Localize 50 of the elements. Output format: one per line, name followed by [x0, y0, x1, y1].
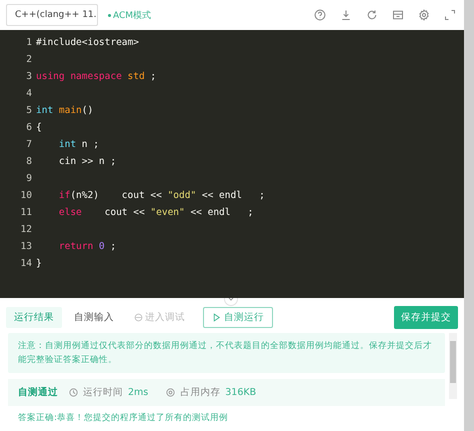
layout-icon[interactable] — [392, 9, 404, 21]
mode-label[interactable]: ACM模式 — [113, 8, 152, 22]
line-number: 8 — [25, 156, 33, 167]
language-select[interactable]: C++(clang++ 11. — [6, 4, 98, 26]
line-number: 7 — [25, 139, 33, 150]
fullscreen-icon[interactable] — [444, 9, 456, 21]
memory-label: 占用内存 — [180, 386, 220, 399]
line-number: 4 — [25, 88, 33, 99]
line-number: 5 — [25, 105, 33, 116]
line-number: 2 — [25, 54, 33, 65]
line-number: 12 — [20, 224, 33, 235]
line-number: 1 — [25, 37, 33, 48]
runtime-value: 2ms — [128, 387, 148, 398]
line-number: 14 — [20, 258, 33, 269]
code-line: using namespace std ; — [36, 71, 156, 82]
line-number: 10 — [20, 190, 33, 201]
code-line: return 0 ; — [58, 241, 116, 252]
clock-icon — [69, 388, 78, 397]
memory-icon — [166, 388, 176, 397]
play-icon — [212, 312, 221, 322]
code-line: { — [36, 122, 42, 133]
scrollbar[interactable] — [449, 333, 457, 399]
dot-icon — [108, 14, 111, 16]
refresh-icon[interactable] — [366, 9, 378, 21]
window-scrollbar[interactable] — [464, 0, 474, 431]
run-button[interactable]: 自测运行 — [203, 306, 273, 328]
code-line: if(n%2) cout << "odd" << endl ; — [58, 190, 265, 201]
code-line: } — [36, 258, 42, 269]
code-line: else cout << "even" << endl ; — [58, 207, 254, 218]
help-icon[interactable] — [314, 9, 326, 21]
submit-button[interactable]: 保存并提交 — [394, 306, 458, 328]
line-number: 13 — [20, 241, 33, 252]
settings-icon[interactable] — [418, 9, 430, 21]
status-label: 自测通过 — [18, 386, 58, 399]
tab[interactable]: 运行结果 — [6, 306, 62, 328]
debug-icon — [134, 312, 143, 322]
line-number: 9 — [25, 173, 33, 184]
code-line: #include<iostream> — [36, 37, 139, 48]
tab[interactable]: 自测输入 — [66, 306, 122, 328]
line-number: 11 — [20, 207, 33, 218]
runtime-label: 运行时间 — [83, 386, 123, 399]
notice-text: 注意：自测用例通过仅代表部分的数据用例通过，不代表题目的全部数据用例均能通过。保存并提交后才能完整验证答案正确性。 — [8, 333, 445, 373]
code-line: cin >> n ; — [58, 156, 116, 167]
line-number: 6 — [25, 122, 33, 133]
code-line: int main() — [36, 105, 94, 116]
memory-value: 316KB — [225, 387, 256, 398]
code-line: int n ; — [58, 139, 99, 150]
line-number: 3 — [25, 71, 33, 82]
result-message: 答案正确:恭喜！您提交的程序通过了所有的测试用例 — [17, 412, 229, 424]
download-icon[interactable] — [340, 9, 352, 21]
